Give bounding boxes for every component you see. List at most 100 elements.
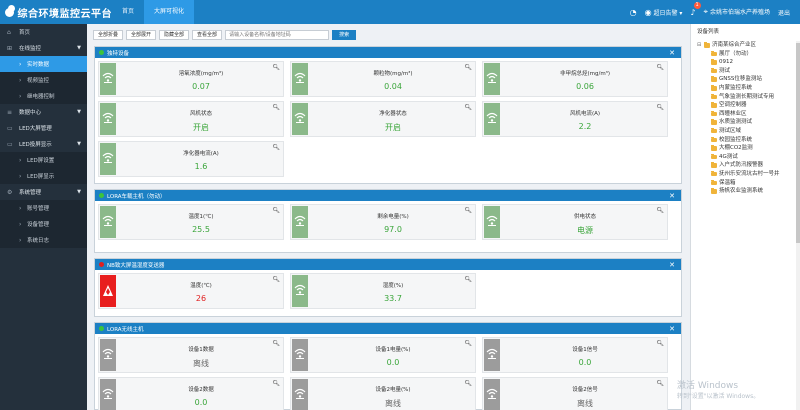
chevron-right-icon: › <box>19 156 22 164</box>
sensor-label: 设备1信号 <box>572 347 598 353</box>
tree-node[interactable]: 测试区域 <box>691 127 797 136</box>
show-all-button[interactable]: 查看全部 <box>192 30 223 40</box>
database-icon: ≡ <box>7 108 13 116</box>
sidebar-item-video-monitor[interactable]: › 视频监控 <box>0 72 87 88</box>
brightness-icon[interactable]: ◔ <box>630 8 637 17</box>
collapse-all-button[interactable]: 全部折叠 <box>93 30 124 40</box>
tree-node[interactable]: 扬帆农业监测系统 <box>691 187 797 196</box>
alert-button[interactable]: ◉ 超日告警 ▾ <box>645 8 683 17</box>
sidebar-item-system-log[interactable]: › 系统日志 <box>0 232 87 248</box>
sensor-card[interactable]: 🔍︎ 湿度(%) 33.7 <box>290 273 476 309</box>
sidebar-item-account-manage[interactable]: › 账号管理 <box>0 200 87 216</box>
sensor-card[interactable]: 🔍︎ 温度1(℃) 25.5 <box>98 204 284 240</box>
sensor-card[interactable]: 🔍︎ 温度(℃) 26 <box>98 273 284 309</box>
close-icon[interactable]: ✕ <box>669 192 675 200</box>
chevron-right-icon: › <box>19 92 22 100</box>
sensor-card[interactable]: 🔍︎ 非甲烷总烃(mg/m³) 0.06 <box>482 61 668 97</box>
tree-node[interactable]: 展厅（勿动） <box>691 50 797 59</box>
sidebar-item-home[interactable]: ⌂ 首页 <box>0 24 87 40</box>
tree-node[interactable]: 水质监测测试 <box>691 118 797 127</box>
sidebar-item-label: LED投屏显示 <box>19 142 52 148</box>
sensor-card[interactable]: 🔍︎ 设备1电量(%) 0.0 <box>290 337 476 373</box>
chevron-right-icon: › <box>19 76 22 84</box>
sidebar-item-relay-control[interactable]: › 继电器控制 <box>0 88 87 104</box>
sensor-status-icon <box>484 379 500 410</box>
sensor-status-icon <box>484 339 500 371</box>
sidebar-item-led-display[interactable]: › LED屏显示 <box>0 168 87 184</box>
sensor-card[interactable]: 🔍︎ 设备2电量(%) 离线 <box>290 377 476 410</box>
close-icon[interactable]: ✕ <box>669 49 675 57</box>
logout-button[interactable]: 退出 <box>778 8 790 17</box>
alert-icon: ◉ <box>644 7 652 17</box>
sidebar-group-data-center[interactable]: ≡ 数据中心 ▼ <box>0 104 87 120</box>
tab-home[interactable]: 首页 <box>112 0 144 24</box>
sensor-card[interactable]: 🔍︎ 剩余电量(%) 97.0 <box>290 204 476 240</box>
sensor-card[interactable]: 🔍︎ 设备1信号 0.0 <box>482 337 668 373</box>
sidebar-item-device-manage[interactable]: › 设备管理 <box>0 216 87 232</box>
app-logo[interactable]: 综合环境监控云平台 <box>0 4 112 20</box>
search-button[interactable]: 搜索 <box>332 30 357 40</box>
top-bar: 综合环境监控云平台 首页 大屏可视化 ◔ ◉ 超日告警 ▾ ♪ 1 ⌖ 余姚市伯瑞… <box>0 0 800 24</box>
hide-all-button[interactable]: 隐藏全部 <box>159 30 190 40</box>
sensor-label: 湿度(%) <box>382 283 404 289</box>
notification-button[interactable]: ♪ 1 <box>690 1 701 17</box>
home-icon: ⌂ <box>7 28 11 36</box>
tree-root[interactable]: ⊟ 济南某综合产业区 <box>691 41 797 50</box>
close-icon[interactable]: ✕ <box>669 261 675 269</box>
scrollbar-thumb[interactable] <box>796 43 800 243</box>
sensor-value: 离线 <box>193 359 209 368</box>
tree-node[interactable]: 西瞳林业区 <box>691 110 797 119</box>
tree-node[interactable]: 气象监测长期测试专用 <box>691 93 797 102</box>
location-selector[interactable]: ⌖ 余姚市伯瑞水产养殖场 <box>704 7 770 17</box>
tree-node[interactable]: 保温箱 <box>691 179 797 188</box>
sensor-status-icon <box>484 206 500 238</box>
tree-node[interactable]: GNSS位移监测站 <box>691 75 797 84</box>
sensor-status-icon <box>292 63 308 95</box>
tree-node[interactable]: 空调控制器 <box>691 101 797 110</box>
sensor-card[interactable]: 🔍︎ 风机电流(A) 2.2 <box>482 101 668 137</box>
sidebar-item-led-screen-manage[interactable]: ▭ LED大屏管理 <box>0 120 87 136</box>
device-panel-header[interactable]: 独特设备 ✕ <box>95 47 681 58</box>
sensor-status-icon <box>292 206 308 238</box>
sensor-card[interactable]: 🔍︎ 净化器电流(A) 1.6 <box>98 141 284 177</box>
sensor-card[interactable]: 🔍︎ 溶氧浓度(mg/m³) 0.07 <box>98 61 284 97</box>
folder-icon <box>711 93 717 100</box>
device-panel-header[interactable]: LORA无线主机 ✕ <box>95 323 681 334</box>
device-list-scrollbar[interactable] <box>796 41 800 410</box>
sidebar-item-led-settings[interactable]: › LED屏设置 <box>0 152 87 168</box>
sidebar-group-led-cast[interactable]: ▭ LED投屏显示 ▼ <box>0 136 87 152</box>
sidebar-group-system-manage[interactable]: ⚙ 系统管理 ▼ <box>0 184 87 200</box>
tree-node[interactable]: 0912 <box>691 58 797 67</box>
sensor-status-icon <box>100 379 116 410</box>
device-panel-header[interactable]: LORA车载主机（勿动） ✕ <box>95 190 681 201</box>
folder-icon <box>711 171 717 177</box>
folder-icon <box>711 110 717 117</box>
location-label: 余姚市伯瑞水产养殖场 <box>709 9 770 16</box>
expand-all-button[interactable]: 全部展开 <box>126 30 157 40</box>
sidebar-item-realtime-data[interactable]: › 实时数据 <box>0 56 87 72</box>
sidebar-group-online-monitor[interactable]: ⊞ 在线监控 ▼ <box>0 40 87 56</box>
tree-node[interactable]: 内蒙监控系统 <box>691 84 797 93</box>
sensor-card[interactable]: 🔍︎ 设备2数据 0.0 <box>98 377 284 410</box>
device-search-input[interactable] <box>225 30 330 40</box>
tree-node[interactable]: 入户式防汛报警器 <box>691 161 797 170</box>
tree-node[interactable]: 校园监控系统 <box>691 136 797 145</box>
tab-big-screen[interactable]: 大屏可视化 <box>144 0 195 24</box>
sensor-card[interactable]: 🔍︎ 设备1数据 离线 <box>98 337 284 373</box>
tree-node[interactable]: 4G测试 <box>691 153 797 162</box>
tree-node[interactable]: 抚州乐安流坑古村一号井 <box>691 170 797 179</box>
tree-node[interactable]: 大棚CO2监测 <box>691 144 797 153</box>
sensor-status-icon <box>100 63 116 95</box>
screen-icon: ▭ <box>7 140 13 148</box>
sensor-card[interactable]: 🔍︎ 净化器状态 开启 <box>290 101 476 137</box>
tree-node-label: GNSS位移监测站 <box>719 76 762 83</box>
sensor-card[interactable]: 🔍︎ 供电状态 电源 <box>482 204 668 240</box>
sidebar-item-label: 继电器控制 <box>27 94 55 100</box>
sensor-card[interactable]: 🔍︎ 风机状态 开启 <box>98 101 284 137</box>
device-panel-header[interactable]: NB致大屏温湿度变送器 ✕ <box>95 259 681 270</box>
close-icon[interactable]: ✕ <box>669 325 675 333</box>
sensor-card[interactable]: 🔍︎ 颗粒物(mg/m³) 0.04 <box>290 61 476 97</box>
tree-node[interactable]: 测试 <box>691 67 797 76</box>
collapse-icon[interactable]: ⊟ <box>697 41 703 50</box>
sensor-card[interactable]: 🔍︎ 设备2信号 离线 <box>482 377 668 410</box>
